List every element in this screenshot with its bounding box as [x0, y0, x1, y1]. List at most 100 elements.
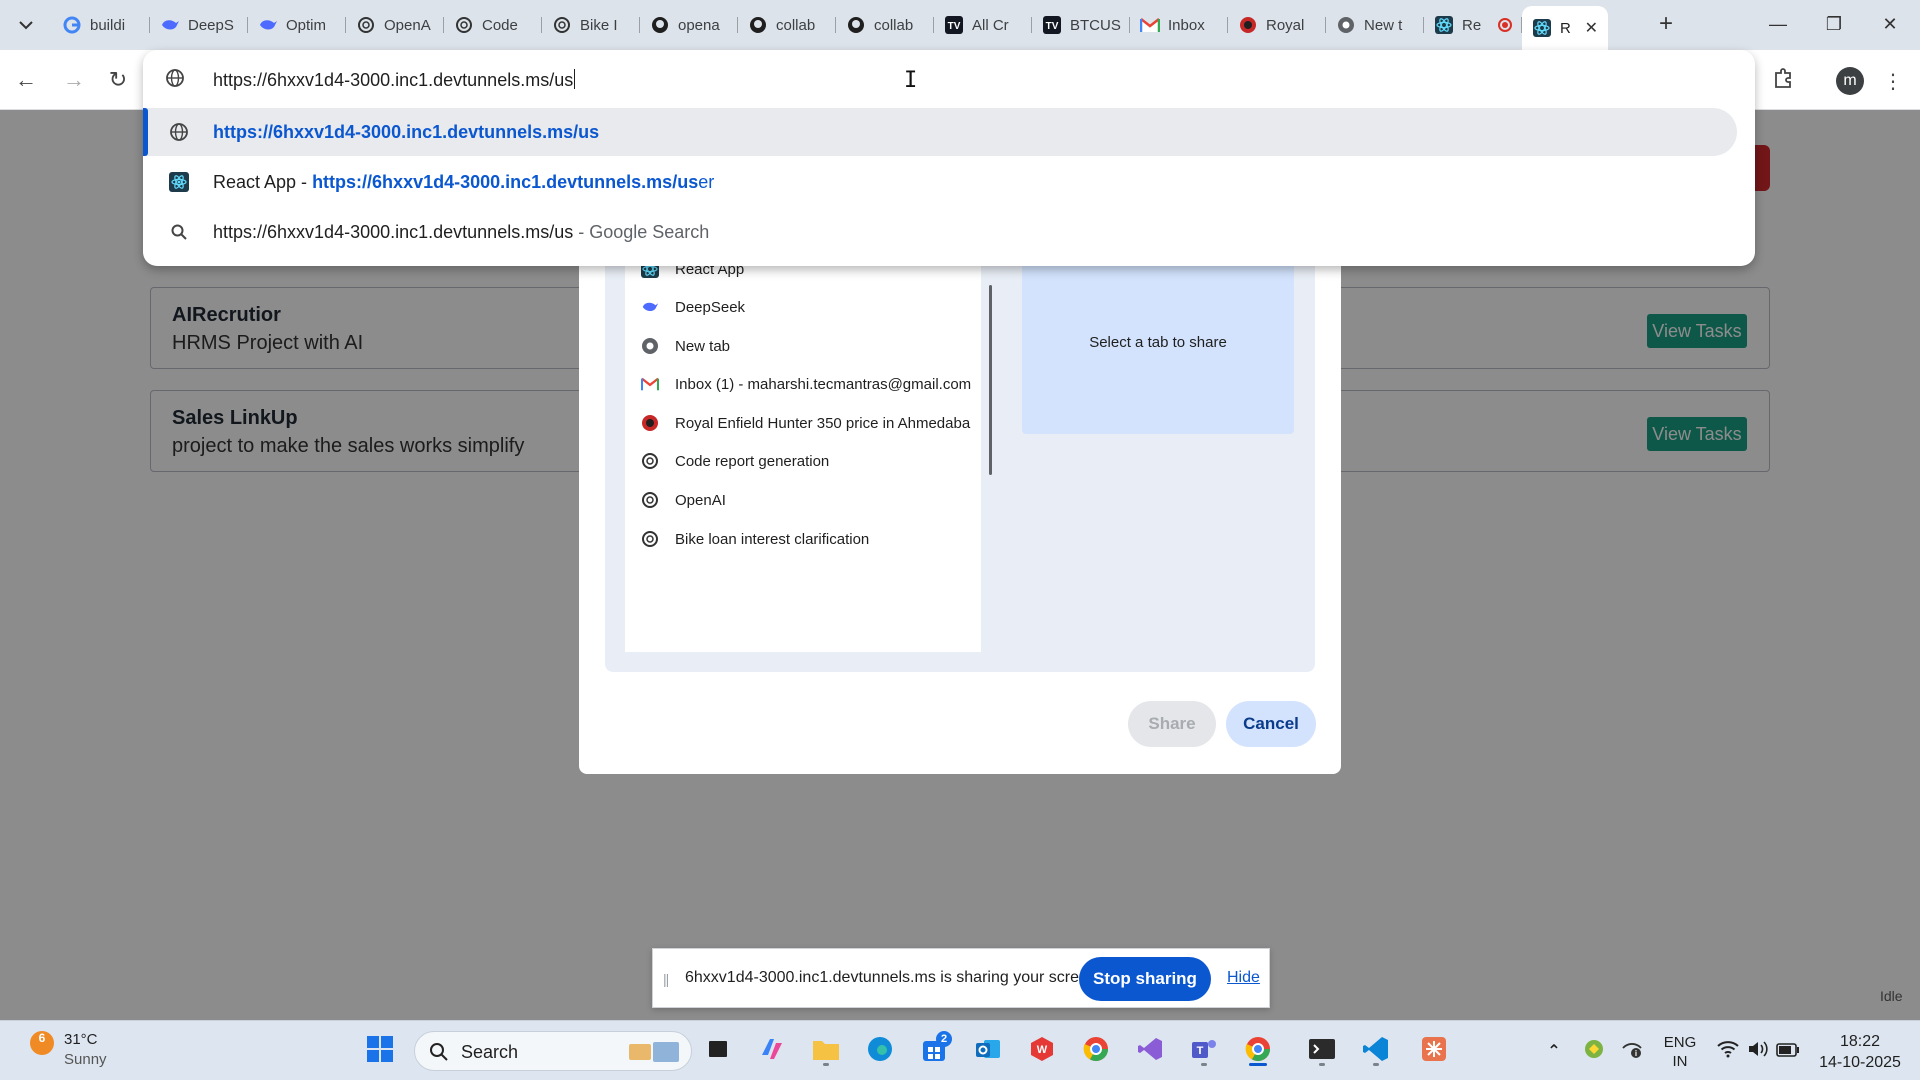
- drag-handle-icon[interactable]: ||: [663, 971, 669, 987]
- browser-tab[interactable]: Optim: [248, 6, 346, 44]
- browser-tab[interactable]: Code: [444, 6, 542, 44]
- deepseek-icon: [258, 15, 278, 35]
- recording-icon: [1498, 18, 1512, 32]
- shareable-tab-label: Code report generation: [675, 452, 830, 470]
- tradingview-icon: TV: [1042, 15, 1062, 35]
- browser-tab[interactable]: Re: [1424, 6, 1522, 44]
- tray-app-button[interactable]: [1576, 1033, 1612, 1069]
- claude-button[interactable]: [1416, 1033, 1452, 1069]
- task-view-button[interactable]: [700, 1033, 736, 1069]
- tab-title: opena: [678, 16, 720, 34]
- chevron-up-icon: ⌃: [1547, 1043, 1561, 1060]
- back-button[interactable]: ←: [10, 64, 42, 96]
- github-icon: [846, 15, 866, 35]
- preview-text: Select a tab to share: [1089, 333, 1227, 351]
- openai-icon: [641, 452, 659, 470]
- browser-tab[interactable]: TV All Cr: [934, 6, 1032, 44]
- restore-button[interactable]: ❐: [1806, 0, 1862, 48]
- cancel-button[interactable]: Cancel: [1226, 701, 1316, 747]
- browser-tab[interactable]: Royal: [1228, 6, 1326, 44]
- forward-arrow-icon: →: [63, 67, 85, 92]
- address-input[interactable]: https://6hxxv1d4-3000.inc1.devtunnels.ms…: [213, 69, 576, 91]
- start-button[interactable]: [362, 1033, 398, 1069]
- browser-tab[interactable]: opena: [640, 6, 738, 44]
- hide-sharing-bar-link[interactable]: Hide: [1227, 969, 1260, 987]
- shareable-tab-item[interactable]: Bike loan interest clarification: [625, 517, 981, 561]
- browser-tab[interactable]: collab: [738, 6, 836, 44]
- shareable-tab-item[interactable]: OpenAI: [625, 478, 981, 522]
- network-info-icon: i: [1621, 1038, 1643, 1065]
- forward-button[interactable]: →: [58, 64, 90, 96]
- chevron-down-icon: [19, 17, 33, 33]
- visual-studio-button[interactable]: [1132, 1033, 1168, 1069]
- tab-title: Royal: [1266, 16, 1305, 34]
- openai-icon: [454, 15, 474, 35]
- tab-title: Code: [482, 16, 518, 34]
- network-status-button[interactable]: i: [1614, 1033, 1650, 1069]
- battery-button[interactable]: [1770, 1033, 1806, 1069]
- text-caret: [574, 69, 576, 89]
- suggestion-url: https://6hxxv1d4-3000.inc1.devtunnels.ms…: [312, 171, 699, 192]
- omnibox-suggestion[interactable]: React App - https://6hxxv1d4-3000.inc1.d…: [143, 158, 1737, 206]
- browser-tab[interactable]: OpenA: [346, 6, 444, 44]
- wps-button[interactable]: W: [1024, 1033, 1060, 1069]
- tab-search-button[interactable]: [10, 10, 42, 40]
- github-icon: [748, 15, 768, 35]
- omnibox-suggestion[interactable]: https://6hxxv1d4-3000.inc1.devtunnels.ms…: [143, 108, 1737, 156]
- terminal-button[interactable]: [1304, 1033, 1340, 1069]
- claude-icon: [1420, 1035, 1448, 1068]
- extensions-button[interactable]: [1766, 64, 1800, 98]
- omnibox-suggestion[interactable]: https://6hxxv1d4-3000.inc1.devtunnels.ms…: [143, 208, 1737, 256]
- tab-title: All Cr: [972, 16, 1009, 34]
- shareable-tab-label: Royal Enfield Hunter 350 price in Ahmeda…: [675, 414, 971, 432]
- language-indicator[interactable]: ENG IN: [1660, 1033, 1700, 1071]
- browser-tab[interactable]: buildi: [52, 6, 150, 44]
- royal-enfield-icon: [641, 414, 659, 432]
- close-tab-icon[interactable]: ✕: [1585, 18, 1598, 38]
- share-button[interactable]: Share: [1128, 701, 1216, 747]
- minimize-button[interactable]: —: [1750, 0, 1806, 48]
- browser-tab[interactable]: Bike I: [542, 6, 640, 44]
- profile-avatar[interactable]: m: [1836, 67, 1864, 95]
- browser-tab[interactable]: DeepS: [150, 6, 248, 44]
- openai-icon: [641, 491, 659, 509]
- shareable-tab-item[interactable]: Code report generation: [625, 439, 981, 483]
- copilot-button[interactable]: [754, 1033, 790, 1069]
- browser-tab[interactable]: Inbox: [1130, 6, 1228, 44]
- outlook-button[interactable]: [970, 1033, 1006, 1069]
- shareable-tab-item[interactable]: DeepSeek: [625, 285, 981, 329]
- address-bar[interactable]: https://6hxxv1d4-3000.inc1.devtunnels.ms…: [143, 50, 1755, 108]
- tray-app-icon: [1583, 1038, 1605, 1065]
- teams-button[interactable]: T: [1186, 1033, 1222, 1069]
- store-badge: 2: [936, 1031, 952, 1047]
- clock[interactable]: 18:22 14-10-2025: [1810, 1031, 1910, 1073]
- menu-button[interactable]: ⋮: [1876, 64, 1910, 98]
- running-indicator: [1319, 1063, 1325, 1066]
- show-hidden-icons-button[interactable]: ⌃: [1536, 1033, 1572, 1069]
- taskbar-search[interactable]: Search: [414, 1031, 692, 1071]
- react-icon: [1532, 18, 1552, 38]
- active-browser-tab[interactable]: R ✕: [1522, 6, 1608, 50]
- chrome-icon: [1082, 1035, 1110, 1068]
- tab-title: DeepS: [188, 16, 234, 34]
- stop-sharing-button[interactable]: Stop sharing: [1079, 957, 1211, 1001]
- new-tab-button[interactable]: +: [1650, 8, 1682, 40]
- edge-button[interactable]: [862, 1033, 898, 1069]
- chrome-taskbar-button[interactable]: [1078, 1033, 1114, 1069]
- vscode-button[interactable]: [1358, 1033, 1394, 1069]
- microsoft-store-button[interactable]: 2: [916, 1031, 952, 1069]
- close-window-button[interactable]: ✕: [1862, 0, 1918, 48]
- reload-button[interactable]: ↻: [102, 64, 134, 96]
- chrome-active-button[interactable]: [1240, 1033, 1276, 1069]
- browser-tab[interactable]: New t: [1326, 6, 1424, 44]
- browser-tab[interactable]: collab: [836, 6, 934, 44]
- tab-list-scrollbar[interactable]: [989, 285, 992, 475]
- svg-text:TV: TV: [948, 21, 961, 32]
- file-explorer-button[interactable]: [808, 1033, 844, 1069]
- suggestion-title: React App -: [213, 171, 313, 192]
- browser-tab[interactable]: TV BTCUS: [1032, 6, 1130, 44]
- address-input-value: https://6hxxv1d4-3000.inc1.devtunnels.ms…: [213, 70, 574, 90]
- tab-title: Re: [1462, 16, 1482, 34]
- clock-time: 18:22: [1839, 1033, 1881, 1050]
- shareable-tab-item[interactable]: Inbox (1) - maharshi.tecmantras@gmail.co…: [625, 362, 981, 406]
